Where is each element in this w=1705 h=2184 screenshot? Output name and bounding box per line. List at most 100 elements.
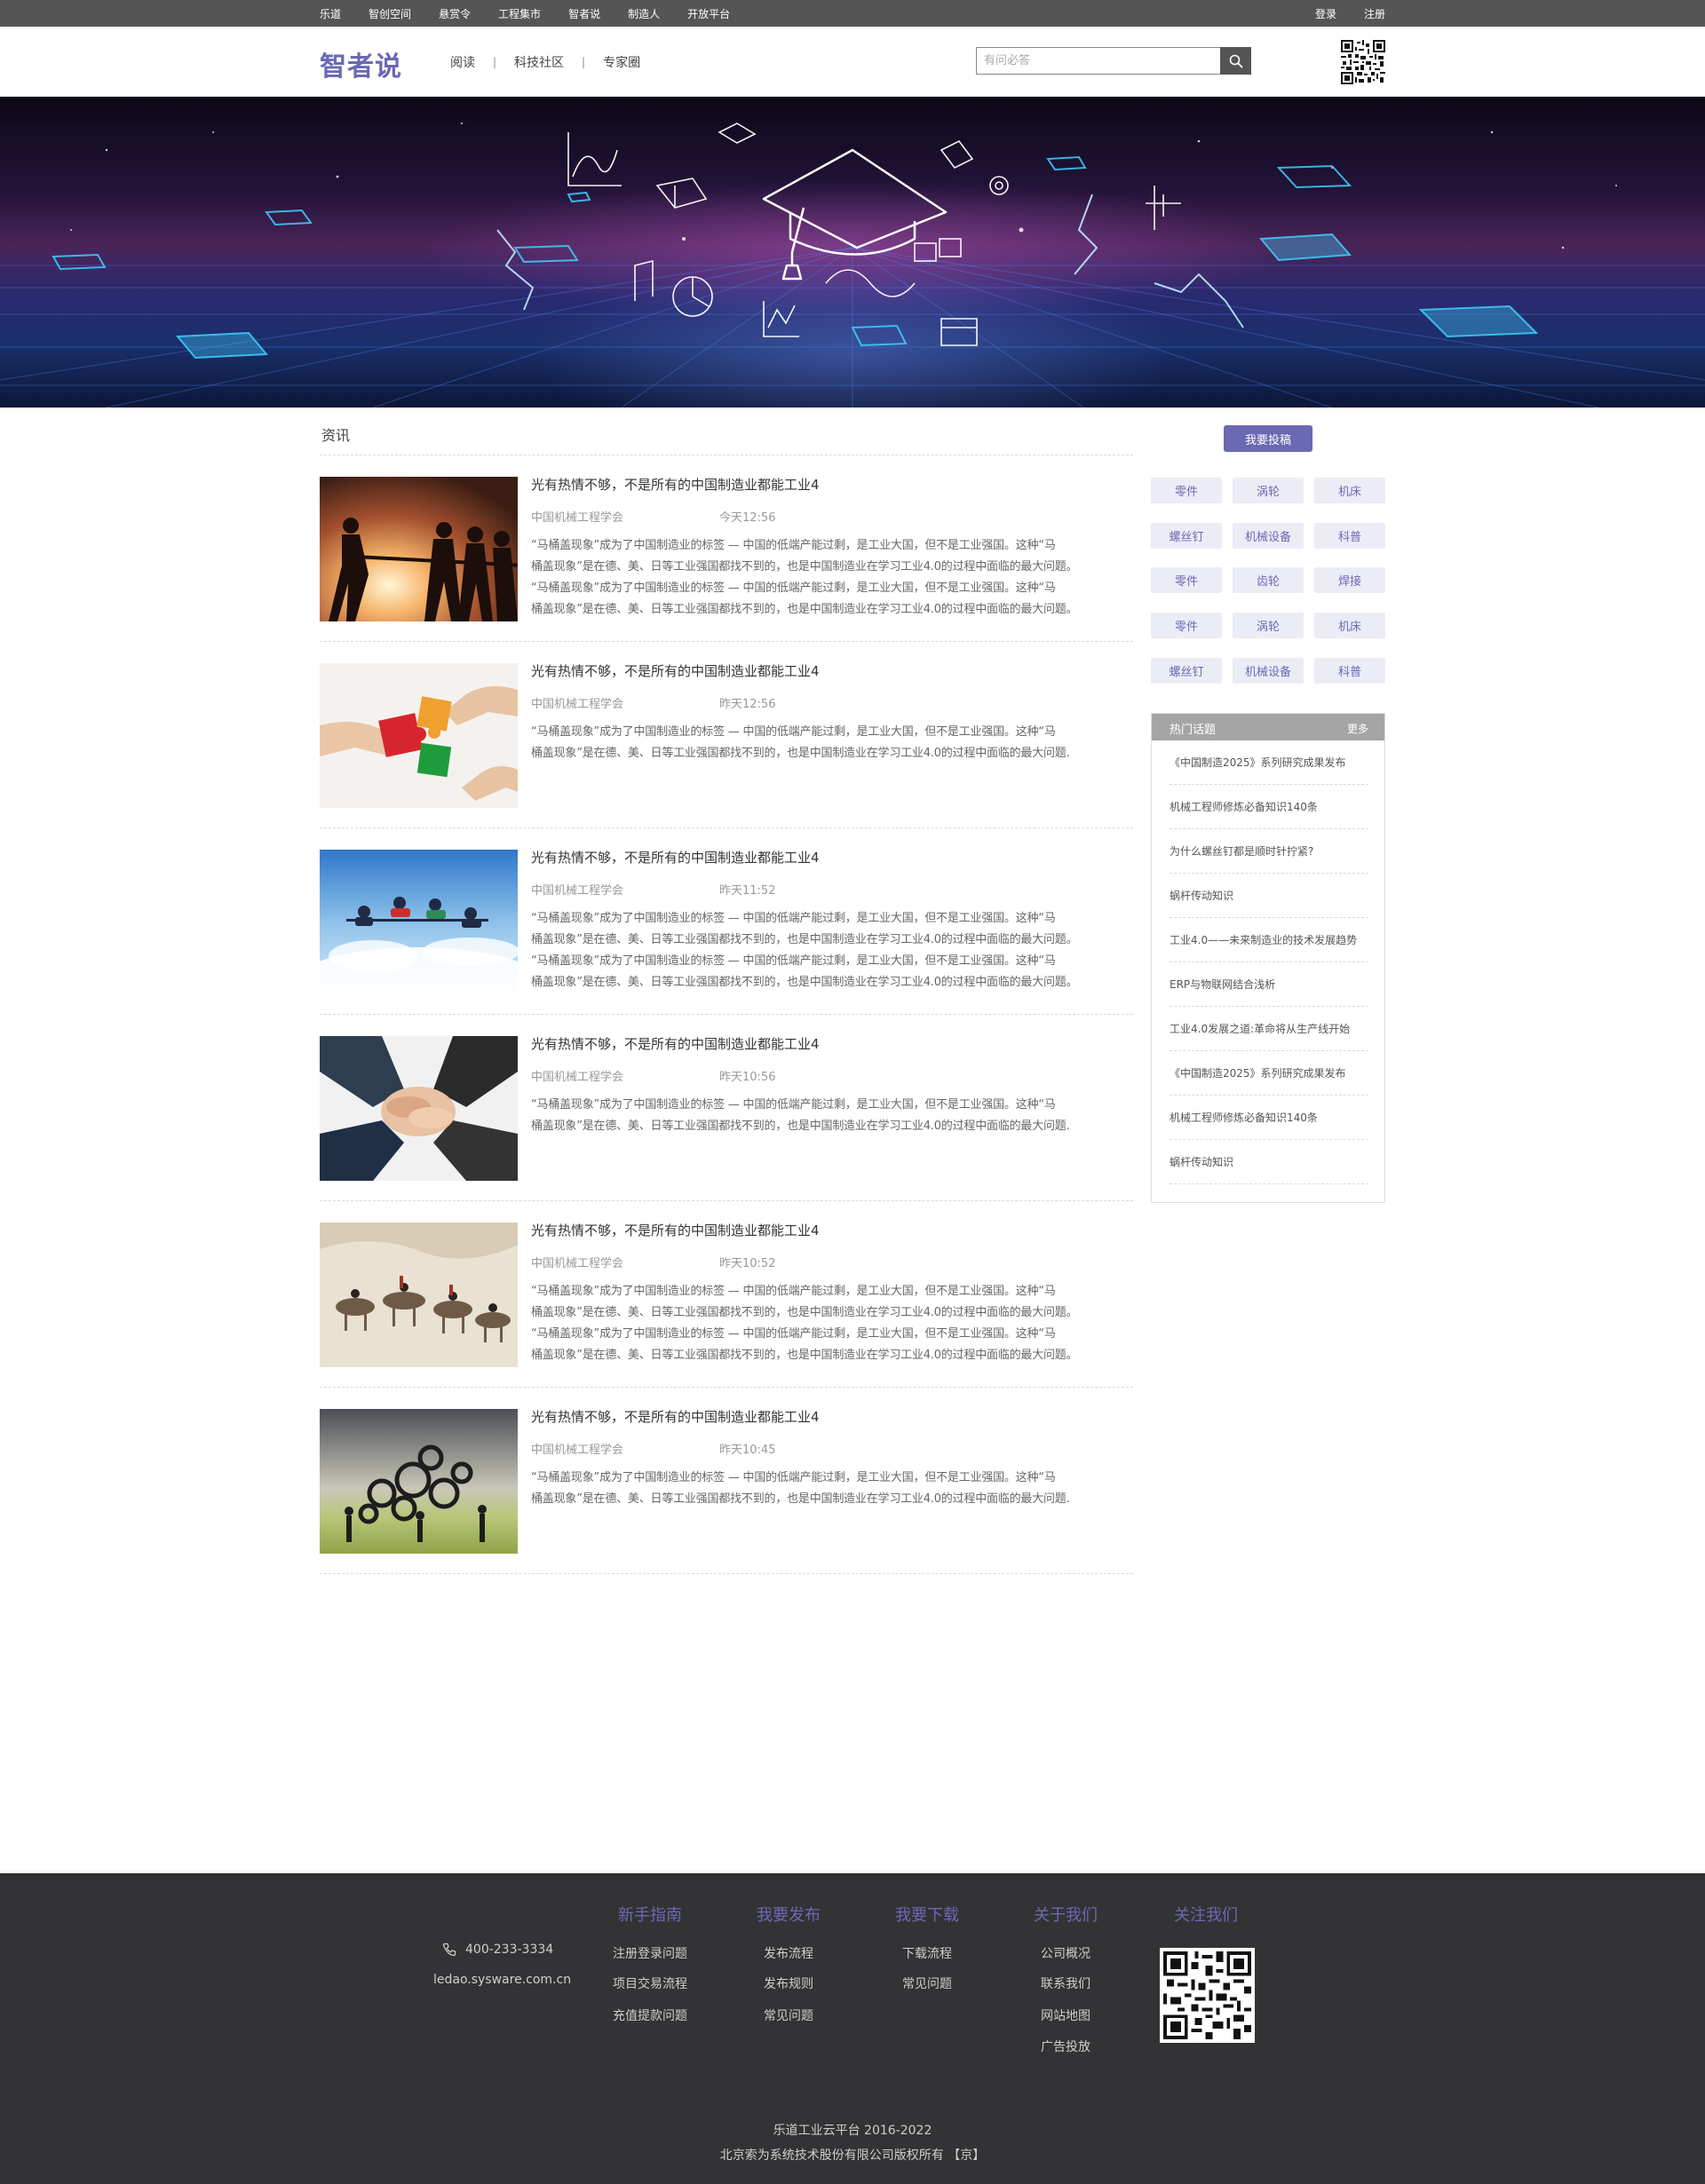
hot-topic-item[interactable]: 工业4.0——未来制造业的技术发展趋势: [1170, 918, 1368, 962]
site-footer: 400-233-3334 ledao.sysware.com.cn 新手指南 注…: [0, 1873, 1705, 2184]
article-thumbnail[interactable]: [320, 1409, 518, 1554]
summary-line: 桶盖现象”是在德、美、日等工业强国都找不到的，也是中国制造业在学习工业4.0的过…: [531, 603, 1078, 616]
hot-topics-list: 《中国制造2025》系列研究成果发布 机械工程师修炼必备知识140条 为什么螺丝…: [1152, 740, 1384, 1184]
summary-line: 桶盖现象”是在德、美、日等工业强国都找不到的，也是中国制造业在学习工业4.0的过…: [531, 1492, 1070, 1506]
tag[interactable]: 零件: [1151, 478, 1222, 503]
top-nav-ledao[interactable]: 乐道: [320, 6, 341, 21]
article-title[interactable]: 光有热情不够，不是所有的中国制造业都能工业4: [531, 848, 820, 866]
article-source: 中国机械工程学会: [531, 1257, 624, 1270]
article-source: 中国机械工程学会: [531, 884, 624, 898]
article-title[interactable]: 光有热情不够，不是所有的中国制造业都能工业4: [531, 1034, 820, 1053]
article-title[interactable]: 光有热情不够，不是所有的中国制造业都能工业4: [531, 1221, 820, 1239]
article-item[interactable]: 光有热情不够，不是所有的中国制造业都能工业4 中国机械工程学会 昨天10:52 …: [320, 1201, 1133, 1388]
footer-link[interactable]: 注册登录问题: [613, 1944, 687, 1962]
tag[interactable]: 机械设备: [1233, 658, 1304, 684]
article-item[interactable]: 光有热情不够，不是所有的中国制造业都能工业4 中国机械工程学会 今天12:56 …: [320, 455, 1133, 642]
tag[interactable]: 齿轮: [1233, 567, 1304, 593]
article-thumbnail[interactable]: [320, 850, 518, 994]
qr-code-icon: [1163, 1951, 1251, 2039]
tag[interactable]: 涡轮: [1233, 478, 1304, 503]
top-nav-market[interactable]: 工程集市: [498, 6, 541, 21]
footer-link[interactable]: 下载流程: [902, 1944, 952, 1962]
tag[interactable]: 科普: [1314, 523, 1385, 549]
footer-link[interactable]: 充值提款问题: [613, 2006, 687, 2024]
footer-col-about: 关于我们 公司概况 联系我们 网站地图 广告投放: [1021, 1903, 1110, 2054]
search-input[interactable]: [976, 47, 1220, 75]
nav-expert-circle[interactable]: 专家圈: [603, 53, 640, 71]
article-item[interactable]: 光有热情不够，不是所有的中国制造业都能工业4 中国机械工程学会 昨天10:56 …: [320, 1015, 1133, 1201]
footer-heading: 关注我们: [1174, 1906, 1238, 1925]
footer-link[interactable]: 发布规则: [764, 1974, 813, 1992]
article-summary: “马桶盖现象”成为了中国制造业的标签 — 中国的低端产能过剩，是工业大国，但不是…: [531, 722, 1133, 764]
tag[interactable]: 机床: [1314, 613, 1385, 638]
hot-topic-item[interactable]: 机械工程师修炼必备知识140条: [1170, 1096, 1368, 1140]
footer-link[interactable]: 发布流程: [764, 1944, 813, 1962]
tag[interactable]: 机床: [1314, 478, 1385, 503]
section-title: 资讯: [321, 427, 351, 444]
tag[interactable]: 螺丝钉: [1151, 523, 1222, 549]
tag[interactable]: 零件: [1151, 613, 1222, 638]
site-logo[interactable]: 智者说: [320, 44, 402, 83]
search-box: [976, 47, 1251, 75]
article-item[interactable]: 光有热情不够，不是所有的中国制造业都能工业4 中国机械工程学会 昨天12:56 …: [320, 642, 1133, 828]
tag[interactable]: 机械设备: [1233, 523, 1304, 549]
footer-heading: 关于我们: [1034, 1906, 1098, 1925]
article-title[interactable]: 光有热情不够，不是所有的中国制造业都能工业4: [531, 661, 820, 680]
tag[interactable]: 焊接: [1314, 567, 1385, 593]
nav-tech-community[interactable]: 科技社区: [514, 53, 564, 71]
footer-link[interactable]: 联系我们: [1041, 1974, 1090, 1992]
summary-line: 桶盖现象”是在德、美、日等工业强国都找不到的，也是中国制造业在学习工业4.0的过…: [531, 976, 1078, 989]
top-nav-zhizheshuo[interactable]: 智者说: [568, 6, 600, 21]
article-item[interactable]: 光有热情不够，不是所有的中国制造业都能工业4 中国机械工程学会 昨天10:45 …: [320, 1388, 1133, 1574]
footer-link[interactable]: 项目交易流程: [613, 1974, 687, 1992]
site-url[interactable]: ledao.sysware.com.cn: [433, 1973, 571, 1987]
nav-read[interactable]: 阅读: [450, 53, 475, 71]
summary-line: 桶盖现象”是在德、美、日等工业强国都找不到的，也是中国制造业在学习工业4.0的过…: [531, 560, 1078, 574]
top-nav-xuanshang[interactable]: 悬赏令: [439, 6, 471, 21]
more-link[interactable]: 更多: [1347, 721, 1368, 736]
submit-article-button[interactable]: 我要投稿: [1224, 425, 1312, 452]
footer-col-follow: 关注我们: [1162, 1903, 1250, 1926]
footer-link[interactable]: 广告投放: [1041, 2038, 1090, 2055]
article-thumbnail[interactable]: [320, 477, 518, 621]
hot-topic-item[interactable]: 《中国制造2025》系列研究成果发布: [1170, 1051, 1368, 1096]
register-link[interactable]: 注册: [1364, 6, 1385, 21]
tag[interactable]: 涡轮: [1233, 613, 1304, 638]
top-nav-open-platform[interactable]: 开放平台: [687, 6, 730, 21]
footer-link[interactable]: 常见问题: [764, 2006, 813, 2024]
hot-topic-item[interactable]: 工业4.0发展之道:革命将从生产线开始: [1170, 1007, 1368, 1051]
summary-line: 桶盖现象”是在德、美、日等工业强国都找不到的，也是中国制造业在学习工业4.0的过…: [531, 1306, 1078, 1319]
hot-topic-item[interactable]: ERP与物联网结合浅析: [1170, 962, 1368, 1007]
tag[interactable]: 零件: [1151, 567, 1222, 593]
footer-link[interactable]: 公司概况: [1041, 1944, 1090, 1962]
article-title[interactable]: 光有热情不够，不是所有的中国制造业都能工业4: [531, 475, 820, 494]
article-source: 中国机械工程学会: [531, 511, 624, 525]
article-thumbnail[interactable]: [320, 663, 518, 808]
footer-link[interactable]: 常见问题: [902, 1974, 952, 1992]
hot-topic-item[interactable]: 蜗杆传动知识: [1170, 874, 1368, 918]
top-nav-zhichuang[interactable]: 智创空间: [369, 6, 411, 21]
tag[interactable]: 螺丝钉: [1151, 658, 1222, 684]
article-time: 昨天10:56: [719, 1071, 776, 1084]
top-nav-makers[interactable]: 制造人: [628, 6, 660, 21]
article-item[interactable]: 光有热情不够，不是所有的中国制造业都能工业4 中国机械工程学会 昨天11:52 …: [320, 828, 1133, 1015]
hot-topic-item[interactable]: 机械工程师修炼必备知识140条: [1170, 785, 1368, 829]
hot-topic-item[interactable]: 蜗杆传动知识: [1170, 1140, 1368, 1184]
footer-link[interactable]: 网站地图: [1041, 2006, 1090, 2024]
hot-topic-item[interactable]: 《中国制造2025》系列研究成果发布: [1170, 740, 1368, 785]
footer-col-publish: 我要发布 发布流程 发布规则 常见问题: [744, 1903, 833, 2023]
summary-line: 桶盖现象”是在德、美、日等工业强国都找不到的，也是中国制造业在学习工业4.0的过…: [531, 1120, 1070, 1133]
tag[interactable]: 科普: [1314, 658, 1385, 684]
contact-phone: 400-233-3334: [442, 1943, 553, 1957]
hot-topic-item[interactable]: 为什么螺丝钉都是顺时针拧紧?: [1170, 829, 1368, 874]
article-source: 中国机械工程学会: [531, 698, 624, 711]
article-summary: “马桶盖现象”成为了中国制造业的标签 — 中国的低端产能过剩，是工业大国，但不是…: [531, 1468, 1133, 1510]
article-thumbnail[interactable]: [320, 1223, 518, 1367]
login-link[interactable]: 登录: [1315, 6, 1336, 21]
search-button[interactable]: [1220, 47, 1251, 75]
article-thumbnail[interactable]: [320, 1036, 518, 1181]
footer-qr-code: [1160, 1948, 1255, 2043]
footer-company: 北京索为系统技术股份有限公司版权所有 【京】: [719, 2148, 986, 2163]
article-title[interactable]: 光有热情不够，不是所有的中国制造业都能工业4: [531, 1407, 820, 1426]
footer-col-guide: 新手指南 注册登录问题 项目交易流程 充值提款问题: [606, 1903, 694, 2023]
